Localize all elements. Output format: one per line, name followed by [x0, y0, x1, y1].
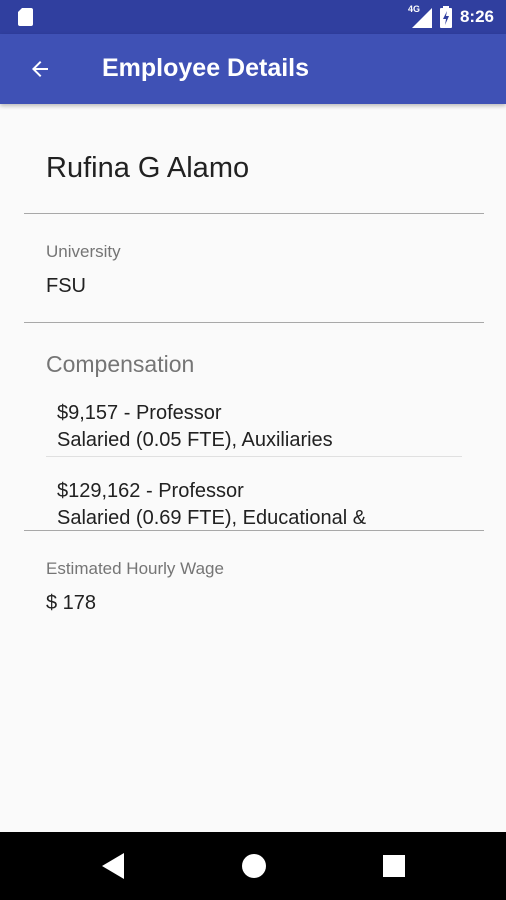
- compensation-title: Compensation: [46, 351, 195, 377]
- nav-back-icon: [102, 853, 124, 879]
- status-icons: 4G 8:26: [408, 0, 494, 34]
- compensation-amount: $9,157 - Professor: [57, 402, 222, 424]
- university-value: FSU: [46, 275, 86, 297]
- employee-name: Rufina G Alamo: [46, 152, 250, 184]
- divider: [24, 213, 484, 214]
- compensation-detail: Salaried (0.05 FTE), Auxiliaries: [57, 429, 333, 451]
- compensation-list[interactable]: $9,157 - Professor Salaried (0.05 FTE), …: [46, 392, 462, 530]
- compensation-amount: $129,162 - Professor: [57, 480, 244, 502]
- back-arrow-icon: [32, 61, 48, 77]
- signal-icon: 4G: [408, 4, 432, 28]
- nav-home-button[interactable]: [234, 846, 274, 886]
- compensation-detail: Salaried (0.69 FTE), Educational &: [57, 507, 367, 529]
- divider: [24, 530, 484, 531]
- nav-recents-icon: [383, 855, 405, 877]
- battery-charging-icon: [439, 6, 452, 28]
- status-bar: 4G 8:26: [0, 0, 506, 34]
- status-time: 8:26: [459, 7, 494, 26]
- compensation-item[interactable]: $9,157 - Professor Salaried (0.05 FTE), …: [46, 392, 462, 457]
- nav-back-button[interactable]: [93, 846, 133, 886]
- hourly-wage-value: $ 178: [46, 592, 97, 614]
- nav-recents-button[interactable]: [374, 846, 414, 886]
- nav-home-icon: [242, 854, 266, 878]
- page-title: Employee Details: [102, 54, 310, 82]
- compensation-item[interactable]: $129,162 - Professor Salaried (0.69 FTE)…: [46, 457, 462, 530]
- back-button[interactable]: [22, 51, 58, 87]
- hourly-wage-label: Estimated Hourly Wage: [46, 559, 224, 578]
- app-bar: Employee Details: [0, 34, 506, 104]
- university-label: University: [46, 242, 121, 261]
- navigation-bar: [0, 832, 506, 900]
- divider: [24, 322, 484, 323]
- sim-card-icon: [18, 8, 33, 26]
